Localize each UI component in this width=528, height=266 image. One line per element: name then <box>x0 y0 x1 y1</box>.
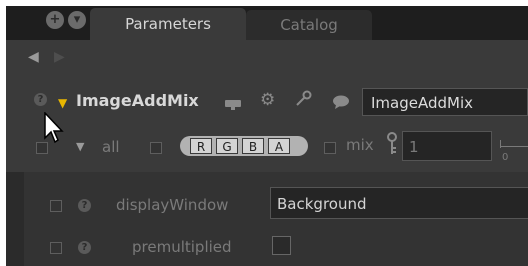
help-icon[interactable]: ? <box>34 93 47 106</box>
viewer-icon[interactable] <box>224 96 242 116</box>
parameters-section: ? displayWindow Background ? premultipli… <box>6 172 528 266</box>
triangle-left-icon[interactable]: ◀ <box>28 49 39 65</box>
mix-checkbox[interactable] <box>324 142 336 154</box>
channel-selector: R G B A <box>180 136 308 156</box>
node-header: ? ▼ ImageAddMix ⚙ ImageAddMix <box>6 74 528 122</box>
node-title: ImageAddMix <box>76 91 199 110</box>
nav-row: ◀ ▶ <box>6 40 528 74</box>
display-window-select[interactable]: Background <box>270 187 528 219</box>
mix-label: mix <box>346 136 374 154</box>
mouse-cursor-icon <box>44 111 64 144</box>
premultiplied-animate-checkbox[interactable] <box>50 242 62 254</box>
plus-icon[interactable]: + <box>46 11 64 29</box>
wrench-icon[interactable] <box>294 90 312 113</box>
chevron-down-icon[interactable]: ▼ <box>76 140 84 153</box>
premultiplied-checkbox[interactable] <box>272 236 291 255</box>
channel-r-button[interactable]: R <box>190 138 212 154</box>
parameters-group: ? displayWindow Background ? premultipli… <box>24 172 528 266</box>
parameters-panel: + ▾ Parameters Catalog ◀ ▶ ? ▼ ImageAddM… <box>6 6 528 266</box>
premultiplied-label: premultiplied <box>132 238 232 256</box>
key-icon[interactable] <box>386 132 398 161</box>
collapse-triangle-icon[interactable]: ▼ <box>58 96 67 110</box>
channels-checkbox[interactable] <box>150 142 162 154</box>
gear-icon[interactable]: ⚙ <box>260 90 275 110</box>
chevron-down-icon[interactable]: ▾ <box>68 11 86 29</box>
tab-catalog[interactable]: Catalog <box>246 10 372 40</box>
screenshot-frame: + ▾ Parameters Catalog ◀ ▶ ? ▼ ImageAddM… <box>0 0 528 266</box>
mix-slider-min-label: 0 <box>502 152 509 163</box>
comment-icon[interactable] <box>332 94 350 114</box>
mix-value-field[interactable]: 1 <box>402 131 492 161</box>
triangle-right-icon[interactable]: ▶ <box>54 49 65 65</box>
tab-bar: + ▾ Parameters Catalog <box>6 6 528 40</box>
node-name-field[interactable]: ImageAddMix <box>362 88 528 116</box>
help-icon[interactable]: ? <box>78 241 91 254</box>
channel-a-button[interactable]: A <box>268 138 290 154</box>
display-window-checkbox[interactable] <box>50 200 62 212</box>
mix-slider[interactable] <box>500 146 528 147</box>
help-icon[interactable]: ? <box>78 199 91 212</box>
channel-g-button[interactable]: G <box>216 138 238 154</box>
channel-b-button[interactable]: B <box>242 138 264 154</box>
display-window-label: displayWindow <box>116 196 229 214</box>
channels-label: all <box>102 138 120 156</box>
tab-parameters[interactable]: Parameters <box>90 8 246 40</box>
channels-row: ▼ all R G B A mix 1 0 <box>6 122 528 172</box>
